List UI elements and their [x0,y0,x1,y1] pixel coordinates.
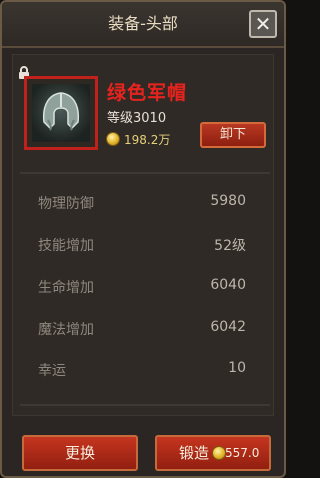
equipment-panel: 装备-头部 ✕ 绿色军帽 等级3010 198.2万 卸下 物理防御 5980 … [0,0,286,478]
close-button[interactable]: ✕ [249,10,277,38]
divider-bottom [20,404,270,406]
stat-label-mp-increase: 魔法增加 [38,322,94,338]
stat-value-luck: 10 [228,360,246,376]
item-price: 198.2万 [124,133,171,147]
stat-value-skill-increase: 52级 [214,238,246,254]
coin-icon [107,133,119,145]
forge-button[interactable]: 锻造 557.0万 [155,435,271,471]
item-level: 等级3010 [107,111,167,126]
replace-button-label: 更换 [64,444,95,462]
stat-label-physical-defense: 物理防御 [38,196,94,212]
unequip-button[interactable]: 卸下 [200,122,266,148]
close-icon: ✕ [254,12,272,36]
title-bar: 装备-头部 ✕ [2,2,284,48]
forge-button-label: 锻造 [179,444,210,462]
stat-label-hp-increase: 生命增加 [38,280,94,296]
stat-label-luck: 幸运 [38,363,66,379]
replace-button[interactable]: 更换 [22,435,138,471]
stat-label-skill-increase: 技能增加 [38,238,94,254]
item-slot[interactable] [24,76,98,150]
stat-value-physical-defense: 5980 [210,193,246,209]
forge-cost: 557.0万 [225,446,260,460]
window-title: 装备-头部 [108,14,178,33]
item-name: 绿色军帽 [107,82,188,104]
stat-value-mp-increase: 6042 [210,319,246,335]
stat-value-hp-increase: 6040 [210,277,246,293]
coin-icon [213,447,225,459]
divider-top [20,172,270,174]
